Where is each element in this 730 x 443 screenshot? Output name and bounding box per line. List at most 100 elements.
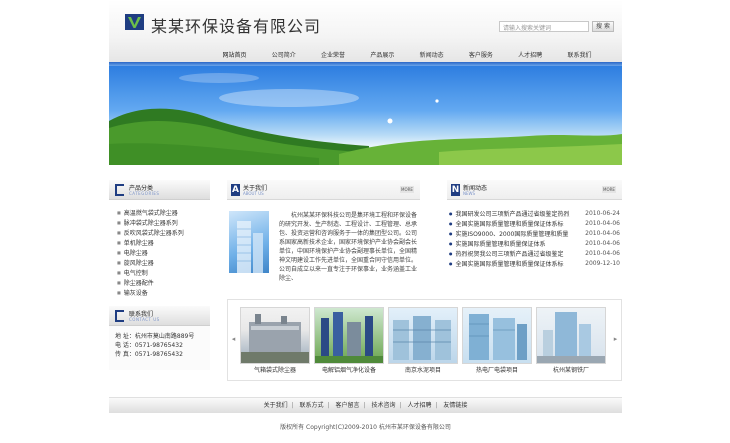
news-item-date: 2010-04-06 <box>585 240 620 247</box>
category-item[interactable]: 输灰设备 <box>117 288 210 298</box>
contact-header-icon <box>115 310 124 322</box>
contact-fax: 传 真：0571-98765432 <box>115 351 183 358</box>
about-section: A 关于我们 ABOUT US MORE 杭州某某环保科技公司是集环境工程和环保… <box>227 180 420 282</box>
news-section: N 新闻动态 NEWS MORE 我国研发公司三项新产品通过省级鉴定热烈 2010… <box>447 180 622 269</box>
news-item-title[interactable]: 实施ISO9000、2000国际质量管理和质量 <box>456 231 569 238</box>
about-header-icon: A <box>231 184 240 196</box>
product-image[interactable] <box>388 307 458 364</box>
product-caption[interactable]: 热电厂电袋项目 <box>462 366 532 376</box>
product-scroller: ◂ ▸ 气箱袋式除尘器 电解铝烟气净化设备 南京水泥项目 热电厂电袋项目 杭州某… <box>227 299 622 381</box>
news-item-title[interactable]: 热烈祝贺我公司三项新产品通过省级鉴定 <box>456 251 564 258</box>
sidebar: 产品分类 CATEGORIES 高温燃气袋式除尘器 脉冲袋式除尘器系列 反吹风袋… <box>109 180 210 370</box>
nav-jobs[interactable]: 人才招聘 <box>513 50 548 62</box>
footer-separator: | <box>291 402 294 409</box>
footer-link-guestbook[interactable]: 客户留言 <box>336 402 360 409</box>
news-list: 我国研发公司三项新产品通过省级鉴定热烈 2010-06-24 全国实施国际质量管理… <box>447 200 622 269</box>
about-more-button[interactable]: MORE <box>400 186 414 193</box>
news-header-icon: N <box>451 184 460 196</box>
news-more-button[interactable]: MORE <box>602 186 616 193</box>
news-item[interactable]: 全国实施国际质量管理和质量保证体系标 2010-04-06 <box>447 219 622 229</box>
category-item[interactable]: 反吹风袋式除尘器系列 <box>117 228 210 238</box>
nav-contact[interactable]: 联系我们 <box>562 50 597 62</box>
scroll-right-arrow-icon[interactable]: ▸ <box>612 335 619 345</box>
product-card[interactable]: 杭州某钢铁厂 <box>536 307 606 375</box>
news-item[interactable]: 实施国际质量管理和质量保证体系 2010-04-06 <box>447 239 622 249</box>
footer-separator: | <box>399 402 402 409</box>
search-input[interactable]: 请输入搜索关键词 <box>499 21 589 32</box>
scroll-left-arrow-icon[interactable]: ◂ <box>230 335 237 345</box>
product-card[interactable]: 热电厂电袋项目 <box>462 307 532 375</box>
footer-link-about[interactable]: 关于我们 <box>264 402 288 409</box>
site-header: 某某环保设备有限公司 请输入搜索关键词 搜 索 网站首页 公司简介 企业荣誉 产… <box>109 0 622 62</box>
product-card[interactable]: 电解铝烟气净化设备 <box>314 307 384 375</box>
page: 某某环保设备有限公司 请输入搜索关键词 搜 索 网站首页 公司简介 企业荣誉 产… <box>109 0 622 443</box>
copyright-text: 版权所有 Copyright(C)2009-2010 杭州市某环保设备有限公司 <box>280 424 451 431</box>
news-item-date: 2010-04-06 <box>585 250 620 257</box>
nav-service[interactable]: 客户服务 <box>463 50 498 62</box>
about-header: A 关于我们 ABOUT US MORE <box>227 180 420 200</box>
news-item[interactable]: 全国实施国际质量管理和质量保证体系标 2009-12-10 <box>447 259 622 269</box>
category-list: 高温燃气袋式除尘器 脉冲袋式除尘器系列 反吹风袋式除尘器系列 单机除尘器 电除尘… <box>109 200 210 306</box>
category-item[interactable]: 脉冲袋式除尘器系列 <box>117 218 210 228</box>
product-card[interactable]: 南京水泥项目 <box>388 307 458 375</box>
news-header: N 新闻动态 NEWS MORE <box>447 180 622 200</box>
contact-subtitle: CONTACT US <box>129 317 160 322</box>
nav-news[interactable]: 新闻动态 <box>414 50 449 62</box>
news-item-title[interactable]: 全国实施国际质量管理和质量保证体系标 <box>456 261 564 268</box>
product-image[interactable] <box>462 307 532 364</box>
category-item[interactable]: 电除尘器 <box>117 248 210 258</box>
news-item-date: 2010-06-24 <box>585 210 620 217</box>
product-caption[interactable]: 杭州某钢铁厂 <box>536 366 606 376</box>
news-item-date: 2010-04-06 <box>585 230 620 237</box>
about-text: 杭州某某环保科技公司是集环境工程和环保设备的研究开发、生产制造、工程设计、工程管… <box>279 212 418 282</box>
contact-header: 联系我们 CONTACT US <box>109 306 210 326</box>
news-subtitle: NEWS <box>463 191 476 196</box>
category-item[interactable]: 除尘器配件 <box>117 278 210 288</box>
nav-about[interactable]: 公司简介 <box>266 50 301 62</box>
product-caption[interactable]: 南京水泥项目 <box>388 366 458 376</box>
nav-products[interactable]: 产品展示 <box>365 50 400 62</box>
building-icon <box>237 221 263 273</box>
hero-banner <box>109 66 622 165</box>
search-button[interactable]: 搜 索 <box>592 21 614 32</box>
news-item[interactable]: 实施ISO9000、2000国际质量管理和质量 2010-04-06 <box>447 229 622 239</box>
contact-address: 地 址：杭州市莫山南路889号 <box>115 333 195 340</box>
news-item-title[interactable]: 全国实施国际质量管理和质量保证体系标 <box>456 221 564 228</box>
category-header: 产品分类 CATEGORIES <box>109 180 210 200</box>
company-logo <box>125 14 144 30</box>
footer-link-friends[interactable]: 友情链接 <box>443 402 467 409</box>
news-item-date: 2009-12-10 <box>585 260 620 267</box>
banner-landscape <box>109 73 622 165</box>
footer-link-contact[interactable]: 联系方式 <box>300 402 324 409</box>
footer-link-support[interactable]: 技术咨询 <box>371 402 395 409</box>
news-item-date: 2010-04-06 <box>585 220 620 227</box>
nav-honors[interactable]: 企业荣誉 <box>316 50 351 62</box>
category-header-icon <box>115 184 124 196</box>
category-subtitle: CATEGORIES <box>129 191 160 196</box>
category-item[interactable]: 单机除尘器 <box>117 238 210 248</box>
product-caption[interactable]: 气箱袋式除尘器 <box>240 366 310 376</box>
news-item-title[interactable]: 实施国际质量管理和质量保证体系 <box>456 241 546 248</box>
company-name: 某某环保设备有限公司 <box>151 17 322 36</box>
product-caption[interactable]: 电解铝烟气净化设备 <box>314 366 384 376</box>
category-item[interactable]: 高温燃气袋式除尘器 <box>117 208 210 218</box>
category-item[interactable]: 电气控制 <box>117 268 210 278</box>
product-image[interactable] <box>314 307 384 364</box>
contact-info: 地 址：杭州市莫山南路889号 电 话：0571-98765432 传 真：05… <box>109 326 210 370</box>
contact-phone: 电 话：0571-98765432 <box>115 342 183 349</box>
product-card[interactable]: 气箱袋式除尘器 <box>240 307 310 375</box>
footer-links: 关于我们 | 联系方式 | 客户留言 | 技术咨询 | 人才招聘 | 友情链接 <box>109 397 622 413</box>
product-image[interactable] <box>536 307 606 364</box>
product-image[interactable] <box>240 307 310 364</box>
main-nav: 网站首页 公司简介 企业荣誉 产品展示 新闻动态 客户服务 人才招聘 联系我们 <box>217 50 597 62</box>
news-item-title[interactable]: 我国研发公司三项新产品通过省级鉴定热烈 <box>456 211 570 218</box>
nav-home[interactable]: 网站首页 <box>217 50 252 62</box>
about-image <box>229 211 269 273</box>
footer-separator: | <box>435 402 438 409</box>
category-item[interactable]: 旋风除尘器 <box>117 258 210 268</box>
footer-separator: | <box>327 402 330 409</box>
news-item[interactable]: 我国研发公司三项新产品通过省级鉴定热烈 2010-06-24 <box>447 209 622 219</box>
news-item[interactable]: 热烈祝贺我公司三项新产品通过省级鉴定 2010-04-06 <box>447 249 622 259</box>
footer-link-jobs[interactable]: 人才招聘 <box>407 402 431 409</box>
about-subtitle: ABOUT US <box>243 191 264 196</box>
